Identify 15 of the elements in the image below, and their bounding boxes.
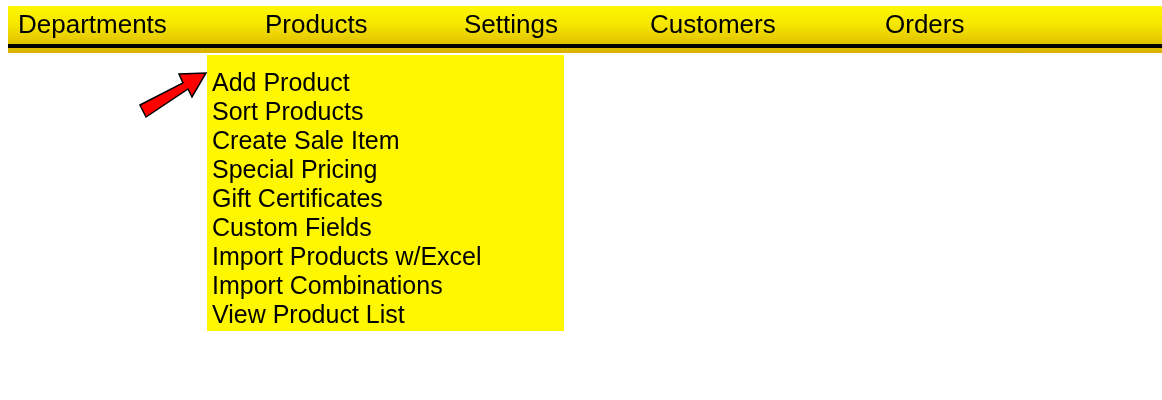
dropdown-item[interactable]: Custom Fields bbox=[212, 213, 372, 242]
dropdown-item[interactable]: Create Sale Item bbox=[212, 126, 400, 155]
dropdown-item[interactable]: Special Pricing bbox=[212, 155, 378, 184]
dropdown-item[interactable]: View Product List bbox=[212, 300, 405, 329]
menu-item[interactable]: Departments bbox=[18, 9, 167, 39]
arrow-icon bbox=[139, 72, 208, 119]
menu-item[interactable]: Products bbox=[265, 9, 368, 39]
dropdown-item[interactable]: Gift Certificates bbox=[212, 184, 383, 213]
menu-item[interactable]: Orders bbox=[885, 9, 965, 39]
menu-item[interactable]: Settings bbox=[464, 9, 558, 39]
dropdown-item[interactable]: Sort Products bbox=[212, 97, 364, 126]
dropdown-item[interactable]: Import Combinations bbox=[212, 271, 443, 300]
menu-item[interactable]: Customers bbox=[650, 9, 776, 39]
dropdown-item[interactable]: Add Product bbox=[212, 68, 350, 97]
dropdown-item[interactable]: Import Products w/Excel bbox=[212, 242, 482, 271]
